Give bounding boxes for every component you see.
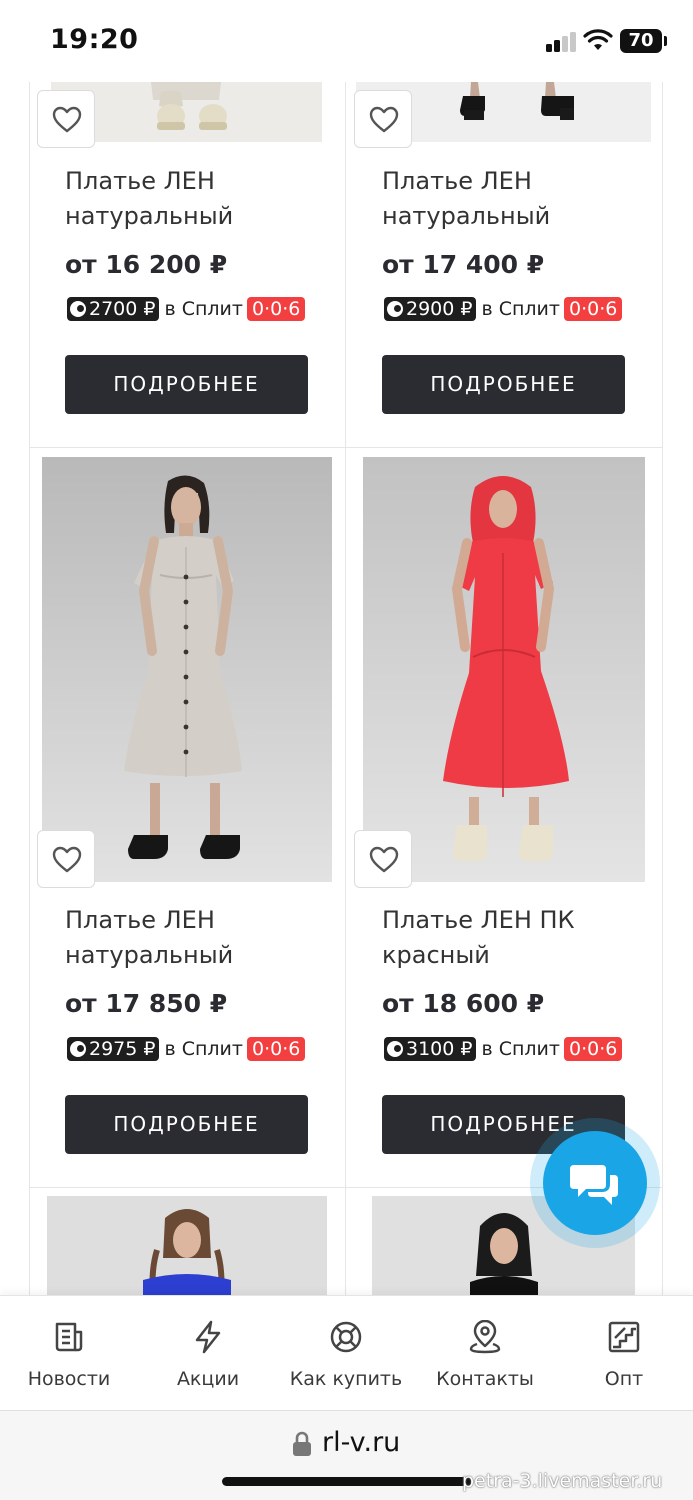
bottom-nav: Новости Акции Как купить Контакты Опт	[0, 1295, 693, 1410]
split-rate-badge: 0·0·6	[246, 1037, 306, 1061]
product-card	[29, 1188, 345, 1295]
product-photo[interactable]	[363, 457, 645, 882]
chat-button-inner	[543, 1131, 647, 1235]
product-price: от 18 600 ₽	[382, 989, 545, 1018]
heart-icon	[369, 106, 399, 133]
product-title[interactable]: Платье ЛЕН натуральный	[382, 164, 632, 234]
split-label: в Сплит	[481, 1038, 560, 1060]
product-card: Платье ЛЕН натуральный от 16 200 ₽ 2700 …	[29, 82, 345, 447]
split-amount: 2700 ₽	[89, 298, 156, 320]
favorite-button[interactable]	[37, 830, 95, 888]
favorite-button[interactable]	[37, 90, 95, 148]
split-logo-icon	[387, 1041, 403, 1057]
split-label: в Сплит	[481, 298, 560, 320]
split-badge: 2975 ₽	[67, 1037, 160, 1061]
split-logo-icon	[387, 301, 403, 317]
nav-item-contacts[interactable]: Контакты	[430, 1296, 540, 1411]
details-button[interactable]: ПОДРОБНЕЕ	[382, 355, 625, 414]
chat-bubbles-icon	[570, 1165, 618, 1205]
nav-label: Контакты	[436, 1368, 534, 1390]
split-logo-icon	[70, 1041, 86, 1057]
product-photo[interactable]	[47, 1196, 327, 1295]
product-title[interactable]: Платье ЛЕН ПК красный	[382, 903, 632, 973]
battery-indicator: 70	[620, 29, 662, 53]
heart-icon	[52, 106, 82, 133]
split-amount: 3100 ₽	[406, 1038, 473, 1060]
stairs-icon	[608, 1321, 640, 1353]
split-installment[interactable]: 2700 ₽ в Сплит 0·0·6	[67, 296, 306, 322]
nav-label: Как купить	[289, 1368, 403, 1390]
nav-label: Акции	[176, 1368, 240, 1390]
url-text[interactable]: rl-v.ru	[322, 1427, 400, 1458]
status-bar: 19:20 70	[0, 0, 693, 82]
nav-item-news[interactable]: Новости	[14, 1296, 124, 1411]
browser-address-bar[interactable]: rl-v.ru petra-3.livemaster.ru	[0, 1410, 693, 1500]
lifebuoy-icon	[330, 1321, 362, 1353]
nav-label: Опт	[604, 1368, 644, 1390]
location-pin-icon	[469, 1320, 501, 1354]
product-grid: Платье ЛЕН натуральный от 16 200 ₽ 2700 …	[29, 82, 663, 1295]
favorite-button[interactable]	[354, 90, 412, 148]
nav-item-wholesale[interactable]: Опт	[582, 1296, 666, 1411]
split-rate-badge: 0·0·6	[563, 1037, 623, 1061]
details-button[interactable]: ПОДРОБНЕЕ	[65, 355, 308, 414]
split-amount: 2975 ₽	[89, 1038, 156, 1060]
product-title[interactable]: Платье ЛЕН натуральный	[65, 903, 315, 973]
product-photo[interactable]	[42, 457, 332, 882]
split-amount: 2900 ₽	[406, 298, 473, 320]
details-button[interactable]: ПОДРОБНЕЕ	[65, 1095, 308, 1154]
split-installment[interactable]: 3100 ₽ в Сплит 0·0·6	[384, 1036, 623, 1062]
home-indicator[interactable]	[222, 1477, 472, 1486]
battery-tip	[664, 36, 667, 46]
split-logo-icon	[70, 301, 86, 317]
product-price: от 16 200 ₽	[65, 250, 228, 279]
split-badge: 3100 ₽	[384, 1037, 477, 1061]
status-time: 19:20	[50, 24, 139, 55]
nav-label: Новости	[27, 1368, 111, 1390]
product-price: от 17 850 ₽	[65, 989, 228, 1018]
split-installment[interactable]: 2975 ₽ в Сплит 0·0·6	[67, 1036, 306, 1062]
lightning-icon	[195, 1320, 221, 1354]
chat-button[interactable]	[530, 1118, 660, 1248]
split-badge: 2900 ₽	[384, 297, 477, 321]
heart-icon	[52, 846, 82, 873]
nav-item-how-to-buy[interactable]: Как купить	[286, 1296, 406, 1411]
product-card: Платье ЛЕН натуральный от 17 850 ₽ 2975 …	[29, 448, 345, 1187]
lock-icon	[293, 1431, 311, 1456]
heart-icon	[369, 846, 399, 873]
split-badge: 2700 ₽	[67, 297, 160, 321]
cellular-signal-icon	[546, 30, 578, 52]
split-installment[interactable]: 2900 ₽ в Сплит 0·0·6	[384, 296, 623, 322]
watermark-text: petra-3.livemaster.ru	[462, 1470, 663, 1492]
wifi-icon	[583, 29, 613, 50]
product-card: Платье ЛЕН натуральный от 17 400 ₽ 2900 …	[346, 82, 662, 447]
favorite-button[interactable]	[354, 830, 412, 888]
split-label: в Сплит	[164, 298, 243, 320]
split-rate-badge: 0·0·6	[246, 297, 306, 321]
split-label: в Сплит	[164, 1038, 243, 1060]
split-rate-badge: 0·0·6	[563, 297, 623, 321]
product-title[interactable]: Платье ЛЕН натуральный	[65, 164, 315, 234]
product-price: от 17 400 ₽	[382, 250, 545, 279]
nav-item-promotions[interactable]: Акции	[153, 1296, 263, 1411]
product-card: Платье ЛЕН ПК красный от 18 600 ₽ 3100 ₽…	[346, 448, 662, 1187]
news-icon	[55, 1322, 83, 1352]
